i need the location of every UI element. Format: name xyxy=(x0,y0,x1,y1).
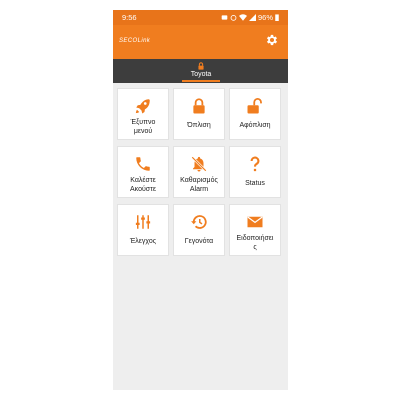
tile-label: Γεγονότα xyxy=(184,238,214,245)
gear-icon[interactable] xyxy=(265,33,279,47)
tile-arm[interactable]: Όπλιση xyxy=(173,88,225,140)
bell-off-icon xyxy=(191,156,207,172)
tab-toyota[interactable]: Toyota xyxy=(178,59,224,83)
tile-control[interactable]: Έλεγχος xyxy=(117,204,169,256)
tile-label: Ειδοποιήσει ς xyxy=(236,235,274,251)
alarm-clock-icon xyxy=(230,14,237,21)
status-bar: 9:56 96% xyxy=(113,10,288,25)
question-icon xyxy=(250,156,260,172)
notification-icon xyxy=(221,15,228,20)
app-logo: SECOLink xyxy=(119,38,151,44)
app-bar: SECOLink xyxy=(113,25,288,59)
history-icon xyxy=(191,215,207,229)
battery-icon xyxy=(275,14,279,21)
sliders-icon xyxy=(135,215,151,229)
battery-percent: 96% xyxy=(257,13,273,22)
tile-notifications[interactable]: Ειδοποιήσει ς xyxy=(229,204,281,256)
tab-indicator xyxy=(182,80,220,82)
tile-disarm[interactable]: Αφόπλιση xyxy=(229,88,281,140)
tile-smart-menu[interactable]: Έξυπνο μενού xyxy=(117,88,169,140)
tile-label: Αφόπλιση xyxy=(239,122,271,129)
envelope-icon xyxy=(247,216,263,228)
tile-label: Έξυπνο μενού xyxy=(130,119,156,135)
menu-grid: Έξυπνο μενού Όπλιση Αφόπλιση Καλέστε Ακο… xyxy=(117,88,284,256)
signal-icon xyxy=(248,14,256,21)
tab-bar: Toyota xyxy=(113,59,288,83)
tile-label: Καθαρισμός Alarm xyxy=(180,177,218,193)
unlock-icon xyxy=(247,98,262,114)
tile-label: Όπλιση xyxy=(187,122,211,129)
tile-call-listen[interactable]: Καλέστε Ακούστε xyxy=(117,146,169,198)
wifi-icon xyxy=(238,14,247,21)
lock-icon xyxy=(193,98,205,114)
tile-status[interactable]: Status xyxy=(229,146,281,198)
tile-events[interactable]: Γεγονότα xyxy=(173,204,225,256)
tile-label: Έλεγχος xyxy=(129,238,157,245)
tile-label: Status xyxy=(245,180,265,187)
tile-clear-alarm[interactable]: Καθαρισμός Alarm xyxy=(173,146,225,198)
lock-icon xyxy=(198,62,204,70)
rocket-icon xyxy=(135,99,150,114)
tab-label: Toyota xyxy=(190,71,212,78)
status-time: 9:56 xyxy=(122,13,137,22)
phone-screen: 9:56 96% SECOLink Toyota Έξυπνο μενού Όπ… xyxy=(113,10,288,390)
tile-label: Καλέστε Ακούστε xyxy=(129,177,156,193)
phone-icon xyxy=(136,157,150,171)
status-icons: 96% xyxy=(221,13,279,22)
